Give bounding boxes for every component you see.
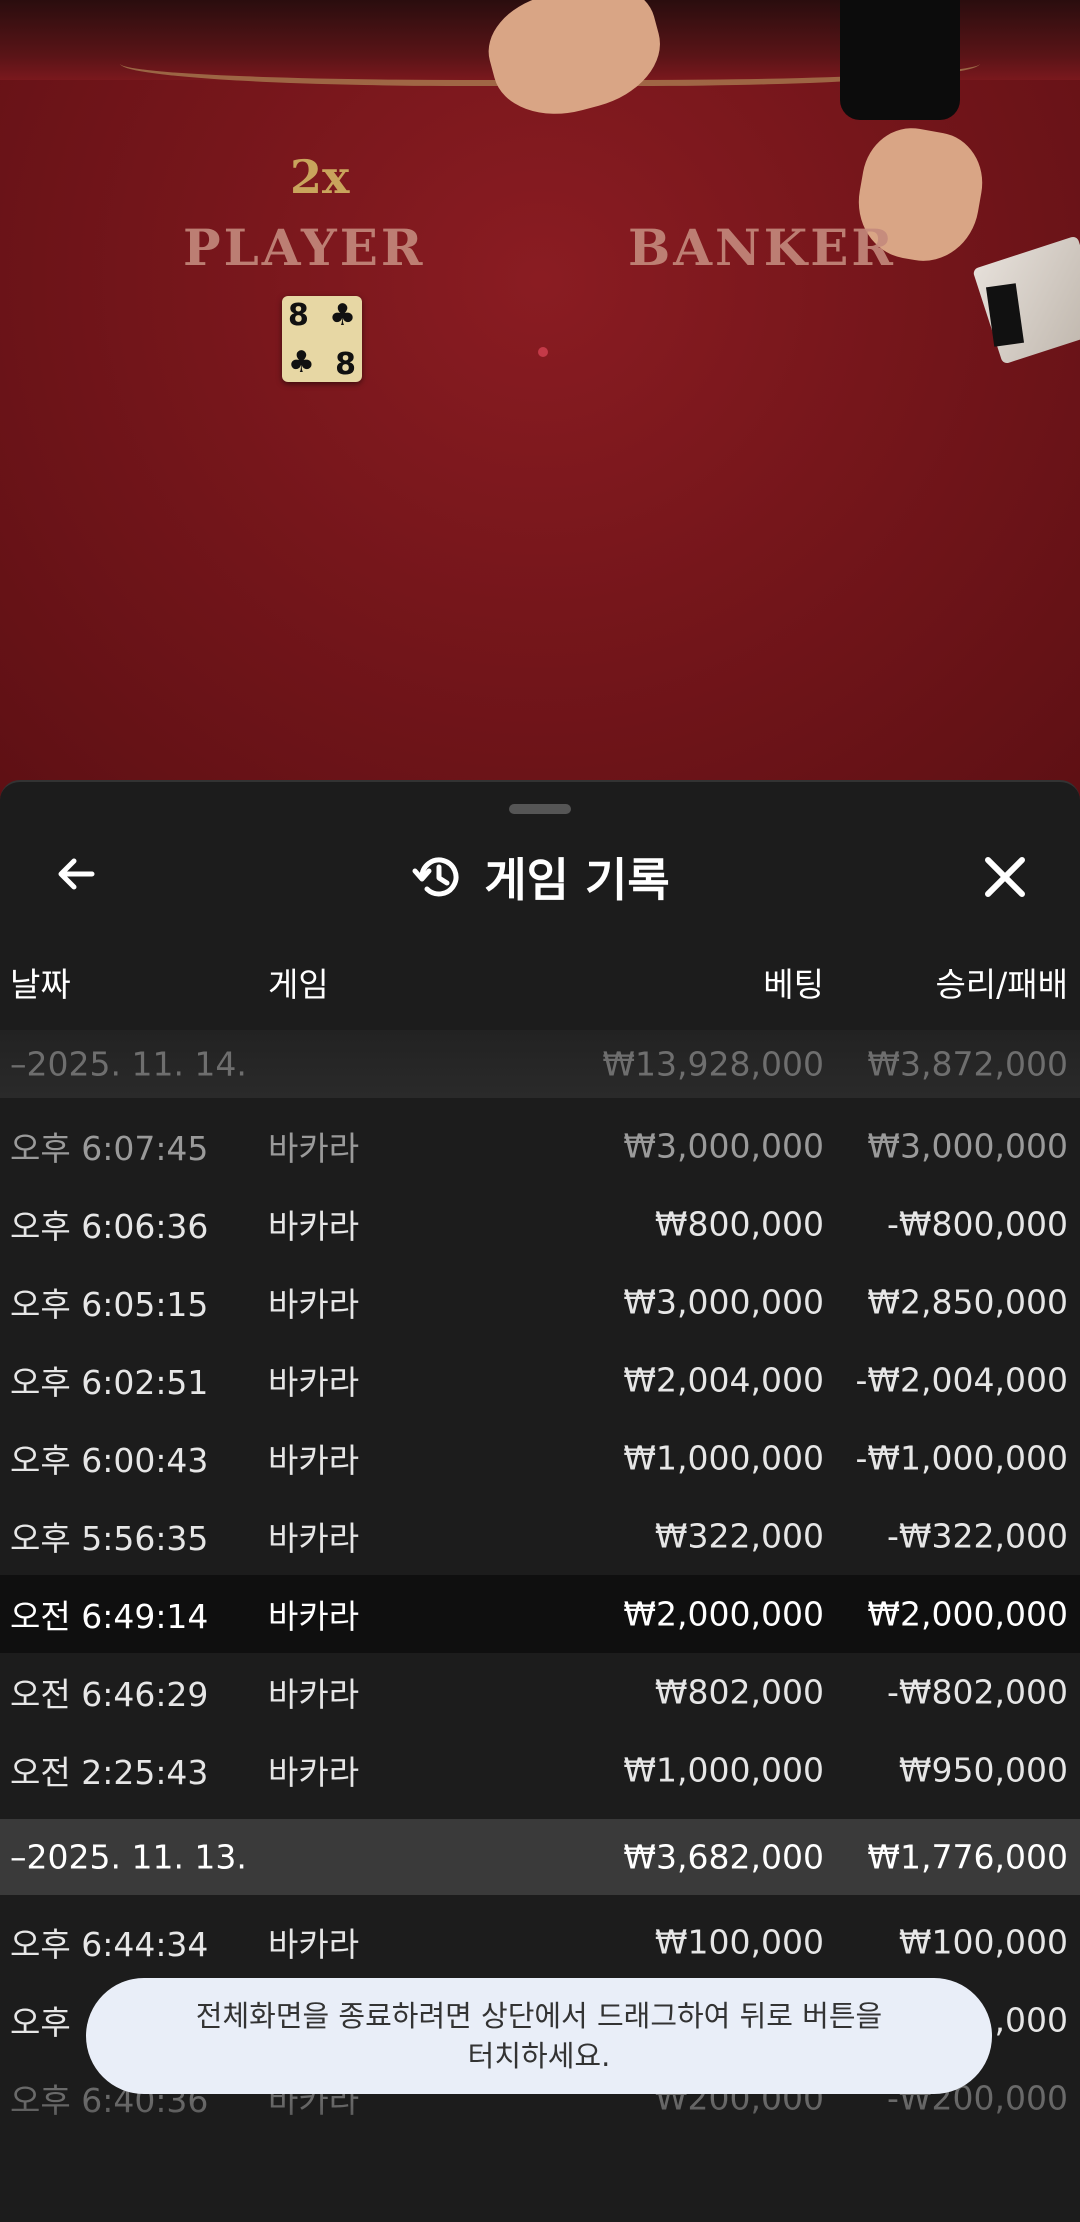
close-button[interactable] xyxy=(970,842,1040,912)
banker-label: BANKER xyxy=(628,218,896,277)
group-total-win-loss: ₩1,776,000 xyxy=(867,1837,1068,1877)
row-bet: ₩3,000,000 xyxy=(623,1282,824,1322)
row-bet: ₩3,000,000 xyxy=(623,1126,824,1166)
row-game: 바카라 xyxy=(268,1675,360,1714)
row-time: 오전 6:46:29 xyxy=(10,1675,209,1714)
row-game: 바카라 xyxy=(268,1285,360,1324)
table-row[interactable]: 오후 6:44:34 바카라 ₩100,000 ₩100,000 xyxy=(0,1903,1080,1981)
column-header-date[interactable]: 날짜 xyxy=(10,958,71,1006)
table-header: 날짜 게임 베팅 승리/패배 xyxy=(0,952,1080,1012)
drag-handle[interactable] xyxy=(509,804,571,814)
group-total-bet: ₩3,682,000 xyxy=(623,1837,824,1877)
row-win-loss: ₩3,000,000 xyxy=(867,1126,1068,1166)
list-fade-overlay xyxy=(0,2100,1080,2220)
row-win-loss: -₩2,004,000 xyxy=(855,1360,1069,1400)
group-total-bet: ₩13,928,000 xyxy=(602,1044,824,1084)
row-time: 오후 6:44:34 xyxy=(10,1925,209,1964)
row-time: 오후 6:07:45 xyxy=(10,1129,209,1168)
row-win-loss: ₩2,000,000 xyxy=(867,1594,1068,1634)
toast-line-2: 터치하세요. xyxy=(467,2039,611,2073)
date-group-header[interactable]: –2025. 11. 13. ₩3,682,000 ₩1,776,000 xyxy=(0,1819,1080,1895)
group-total-win-loss: ₩3,872,000 xyxy=(867,1044,1068,1084)
table-row[interactable]: 오후 6:00:43 바카라 ₩1,000,000 -₩1,000,000 xyxy=(0,1419,1080,1497)
group-date: –2025. 11. 13. xyxy=(10,1837,247,1877)
row-game: 바카라 xyxy=(268,1753,360,1792)
dealer-sleeve xyxy=(840,0,960,120)
row-bet: ₩1,000,000 xyxy=(623,1750,824,1790)
row-win-loss: -₩1,000,000 xyxy=(855,1438,1069,1478)
toast-message: 전체화면을 종료하려면 상단에서 드래그하여 뒤로 버튼을 터치하세요. xyxy=(196,1996,882,2076)
row-bet: ₩100,000 xyxy=(654,1922,824,1962)
toast-line-1: 전체화면을 종료하려면 상단에서 드래그하여 뒤로 버튼을 xyxy=(195,1999,883,2033)
row-time: 오후 6:02:51 xyxy=(10,1363,209,1402)
table-row[interactable]: 오후 6:06:36 바카라 ₩800,000 -₩800,000 xyxy=(0,1185,1080,1263)
close-icon xyxy=(985,857,1025,897)
row-game: 바카라 xyxy=(268,1519,360,1558)
table-row[interactable]: 오후 6:02:51 바카라 ₩2,004,000 -₩2,004,000 xyxy=(0,1341,1080,1419)
row-bet: ₩322,000 xyxy=(654,1516,824,1556)
row-win-loss: ₩2,850,000 xyxy=(867,1282,1068,1322)
date-group-header[interactable]: –2025. 11. 14. ₩13,928,000 ₩3,872,000 xyxy=(0,1030,1080,1098)
row-bet: ₩2,004,000 xyxy=(623,1360,824,1400)
row-time: 오후 6:05:15 xyxy=(10,1285,209,1324)
row-time: 오후 5:56:35 xyxy=(10,1519,209,1558)
player-card: 8 ♣ ♣ 8 xyxy=(282,296,362,382)
dealer-left-hand xyxy=(477,0,673,130)
card-suit: ♣ xyxy=(288,345,315,380)
column-header-bet[interactable]: 베팅 xyxy=(763,958,824,1006)
table-row[interactable]: 오전 2:25:43 바카라 ₩1,000,000 ₩950,000 xyxy=(0,1731,1080,1809)
row-win-loss: ₩100,000 xyxy=(898,1922,1068,1962)
row-time: 오전 6:49:14 xyxy=(10,1597,209,1636)
row-win-loss: -₩800,000 xyxy=(886,1204,1068,1244)
row-game: 바카라 xyxy=(268,1925,360,1964)
row-time: 오후 6:00:43 xyxy=(10,1441,209,1480)
table-row[interactable]: 오전 6:46:29 바카라 ₩802,000 -₩802,000 xyxy=(0,1653,1080,1731)
page-title: 게임 기록 xyxy=(484,853,670,907)
row-game: 바카라 xyxy=(268,1597,360,1636)
sheet-header: 게임 기록 xyxy=(0,842,1080,912)
row-time: 오후 6:06:36 xyxy=(10,1207,209,1246)
table-marker xyxy=(538,347,548,357)
row-bet: ₩2,000,000 xyxy=(623,1594,824,1634)
table-row[interactable]: 오후 5:56:35 바카라 ₩322,000 -₩322,000 xyxy=(0,1497,1080,1575)
row-game: 바카라 xyxy=(268,1207,360,1246)
card-rank: 8 xyxy=(288,298,309,333)
back-button[interactable] xyxy=(44,842,108,906)
group-date: –2025. 11. 14. xyxy=(10,1044,247,1084)
table-row[interactable]: 오후 6:05:15 바카라 ₩3,000,000 ₩2,850,000 xyxy=(0,1263,1080,1341)
row-game: 바카라 xyxy=(268,1363,360,1402)
card-suit: ♣ xyxy=(329,298,356,333)
row-time: 오전 2:25:43 xyxy=(10,1753,209,1792)
multiplier-label: 2x xyxy=(290,150,350,204)
row-bet: ₩1,000,000 xyxy=(623,1438,824,1478)
column-header-game[interactable]: 게임 xyxy=(268,958,329,1006)
history-icon xyxy=(412,857,459,897)
row-bet: ₩800,000 xyxy=(654,1204,824,1244)
row-win-loss: ,000 xyxy=(994,2000,1068,2040)
live-video: 2x PLAYER BANKER 8 ♣ ♣ 8 xyxy=(0,0,1080,800)
row-time: 오후 xyxy=(10,2003,71,2042)
card-rank: 8 xyxy=(335,347,356,382)
row-win-loss: -₩802,000 xyxy=(886,1672,1068,1712)
row-win-loss: ₩950,000 xyxy=(898,1750,1068,1790)
row-bet: ₩802,000 xyxy=(654,1672,824,1712)
player-label: PLAYER xyxy=(183,218,426,277)
table-row-highlighted[interactable]: 오전 6:49:14 바카라 ₩2,000,000 ₩2,000,000 xyxy=(0,1575,1080,1653)
back-arrow-icon xyxy=(58,858,95,890)
fullscreen-exit-toast: 전체화면을 종료하려면 상단에서 드래그하여 뒤로 버튼을 터치하세요. xyxy=(86,1978,992,2094)
table-row[interactable]: 오후 6:07:45 바카라 ₩3,000,000 ₩3,000,000 xyxy=(0,1107,1080,1185)
column-header-win-loss[interactable]: 승리/패배 xyxy=(935,958,1068,1006)
row-game: 바카라 xyxy=(268,1441,360,1480)
row-game: 바카라 xyxy=(268,1129,360,1168)
row-win-loss: -₩322,000 xyxy=(886,1516,1068,1556)
